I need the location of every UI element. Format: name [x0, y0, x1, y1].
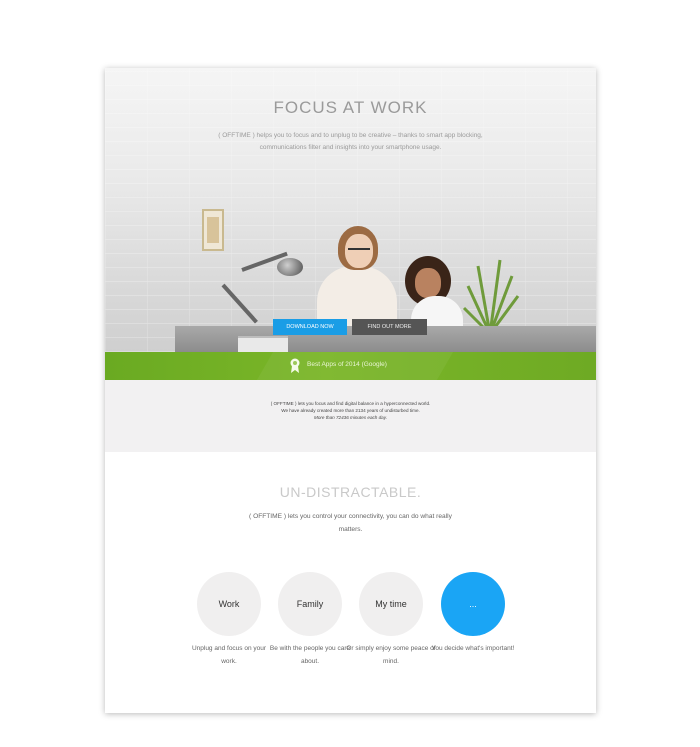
- hero-title: FOCUS AT WORK: [273, 98, 428, 117]
- award-ribbon-icon: [290, 358, 300, 373]
- info-line: ( OFFTIME ) lets you focus and find digi…: [270, 401, 431, 406]
- find-out-more-button[interactable]: FIND OUT MORE: [352, 319, 427, 335]
- girl-face: [415, 268, 441, 298]
- award-banner: Best Apps of 2014 (Google): [105, 352, 596, 380]
- wall-picture-frame: [202, 209, 224, 251]
- family-option-circle[interactable]: Family: [278, 572, 342, 636]
- my-time-caption: Or simply enjoy some peace of mind.: [346, 645, 436, 665]
- work-option-circle[interactable]: Work: [197, 572, 261, 636]
- download-now-button[interactable]: DOWNLOAD NOW: [273, 319, 347, 335]
- work-caption: Unplug and focus on your work.: [191, 645, 267, 665]
- desk-lamp-head: [277, 258, 303, 276]
- info-section: ( OFFTIME ) lets you focus and find digi…: [105, 380, 596, 452]
- hero-subtitle: ( OFFTIME ) helps you to focus and to un…: [218, 132, 483, 151]
- hero-section: FOCUS AT WORK ( OFFTIME ) helps you to f…: [105, 68, 596, 352]
- desk-books: [238, 336, 288, 352]
- landing-page: FOCUS AT WORK ( OFFTIME ) helps you to f…: [105, 68, 596, 713]
- undistractable-subtitle: ( OFFTIME ) lets you control your connec…: [249, 513, 452, 533]
- woman-glasses: [348, 248, 370, 255]
- family-caption: Be with the people you care about.: [269, 645, 351, 665]
- undistractable-title: UN-DISTRACTABLE.: [279, 484, 422, 500]
- wall-picture: [207, 217, 219, 243]
- more-caption: You decide what's important!: [431, 645, 515, 652]
- info-line: More than 72436 minutes each day.: [314, 415, 387, 420]
- info-line: We have already created more than 2134 y…: [281, 408, 420, 413]
- more-option-circle[interactable]: ...: [441, 572, 505, 636]
- award-text: Best Apps of 2014 (Google): [307, 361, 387, 368]
- my-time-option-circle[interactable]: My time: [359, 572, 423, 636]
- plant-illustration: [462, 259, 520, 336]
